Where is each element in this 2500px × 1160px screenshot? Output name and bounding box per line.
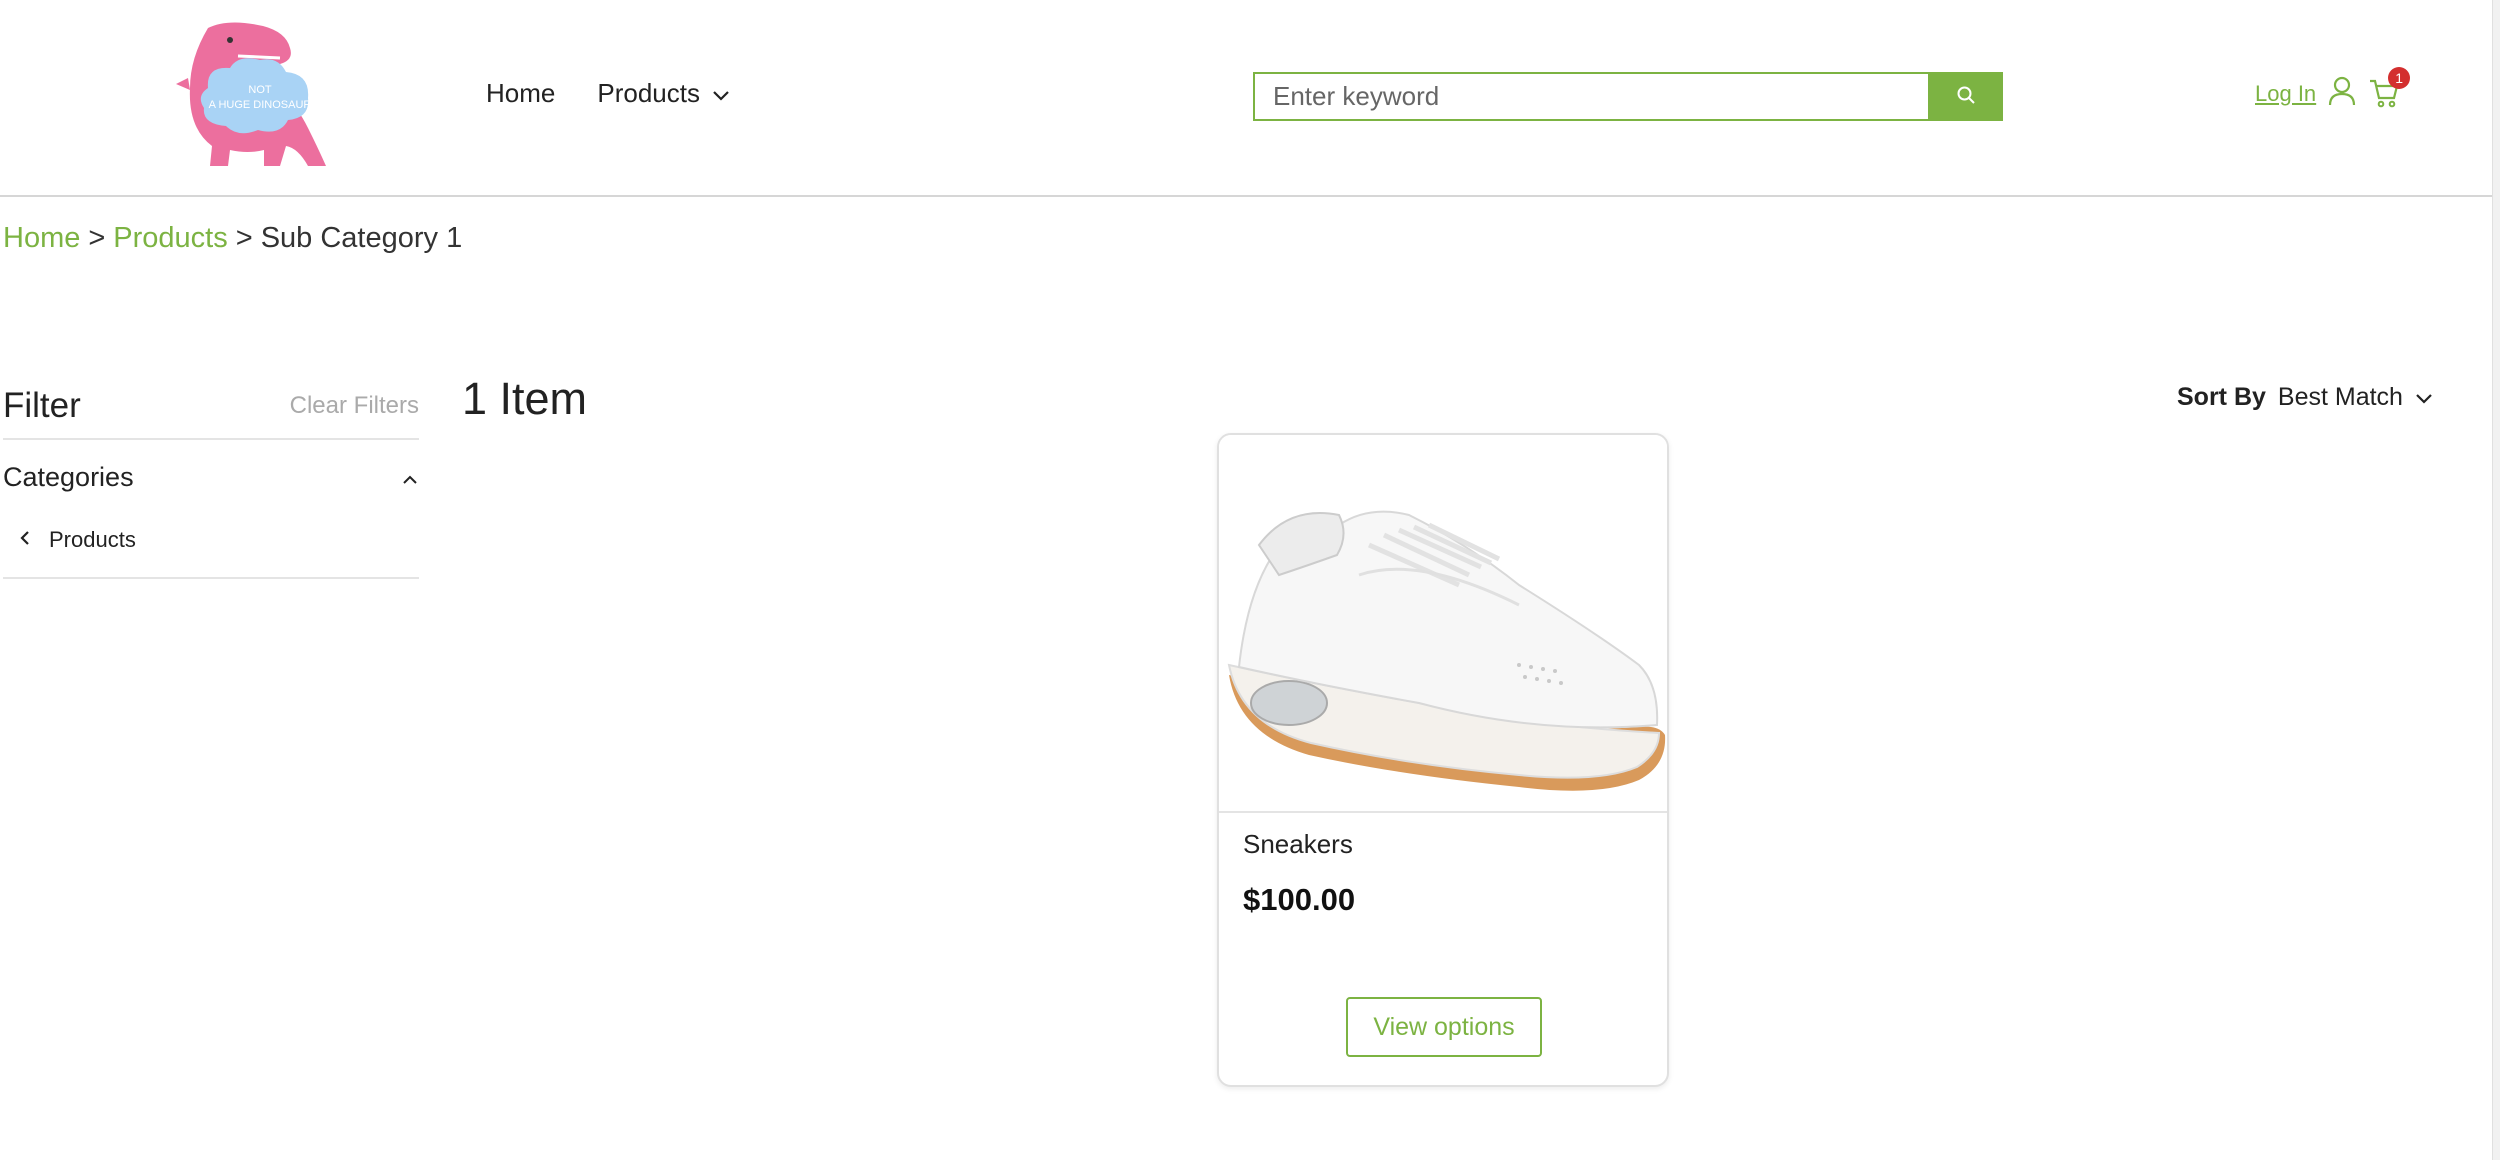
filter-title: Filter (3, 386, 81, 425)
clear-filters-button[interactable]: Clear Filters (290, 392, 419, 420)
categories-toggle[interactable]: Categories (3, 462, 419, 493)
cart-count-badge: 1 (2388, 66, 2411, 89)
search-input[interactable] (1253, 72, 1928, 121)
site-logo[interactable]: NOT A HUGE DINOSAUR (168, 18, 338, 174)
category-item-label: Products (49, 527, 136, 552)
page-scrollbar[interactable] (2492, 0, 2500, 1160)
sort-label: Sort By (2177, 383, 2266, 411)
filter-header: Filter Clear Filters (3, 380, 419, 440)
sort-value: Best Match (2277, 383, 2403, 411)
product-name[interactable]: Sneakers (1243, 829, 1667, 860)
main-nav: Home Products (486, 78, 730, 109)
categories-title: Categories (3, 462, 134, 492)
filter-sidebar: Filter Clear Filters Categories Products (3, 380, 419, 579)
login-link[interactable]: Log In (2255, 81, 2316, 107)
site-header: NOT A HUGE DINOSAUR Home Products Log In (0, 0, 2492, 197)
chevron-left-icon (19, 527, 31, 553)
breadcrumb-separator: > (88, 222, 106, 254)
nav-products-label: Products (597, 78, 700, 108)
nav-home[interactable]: Home (486, 78, 555, 109)
results-count: 1 Item (462, 373, 588, 424)
account-area: Log In 1 (2255, 66, 2411, 113)
product-card[interactable]: Sneakers $100.00 View options (1217, 433, 1669, 1087)
breadcrumb: Home > Products > Sub Category 1 (3, 222, 462, 255)
categories-section: Categories Products (3, 440, 419, 579)
chevron-down-icon (2415, 383, 2433, 412)
breadcrumb-home[interactable]: Home (3, 222, 80, 255)
sort-dropdown[interactable]: Sort By Best Match (2177, 383, 2433, 412)
view-options-button[interactable]: View options (1346, 997, 1542, 1057)
category-item-products[interactable]: Products (3, 527, 419, 553)
nav-home-label: Home (486, 78, 556, 108)
cart-button[interactable]: 1 (2368, 66, 2411, 113)
chevron-down-icon (712, 78, 730, 109)
search-bar (1253, 72, 2003, 121)
breadcrumb-products[interactable]: Products (113, 222, 227, 255)
product-price: $100.00 (1243, 882, 1356, 917)
logo-text-line1: NOT (248, 84, 272, 96)
search-button[interactable] (1928, 72, 2003, 121)
user-icon[interactable] (2328, 76, 2356, 111)
cart-icon (2368, 79, 2400, 113)
breadcrumb-separator: > (235, 222, 253, 254)
nav-products[interactable]: Products (597, 78, 730, 109)
logo-text-line2: A HUGE DINOSAUR (209, 99, 312, 111)
search-icon (1956, 85, 1976, 108)
chevron-up-icon (401, 462, 419, 493)
breadcrumb-current: Sub Category 1 (260, 222, 463, 254)
product-image[interactable] (1219, 435, 1667, 813)
